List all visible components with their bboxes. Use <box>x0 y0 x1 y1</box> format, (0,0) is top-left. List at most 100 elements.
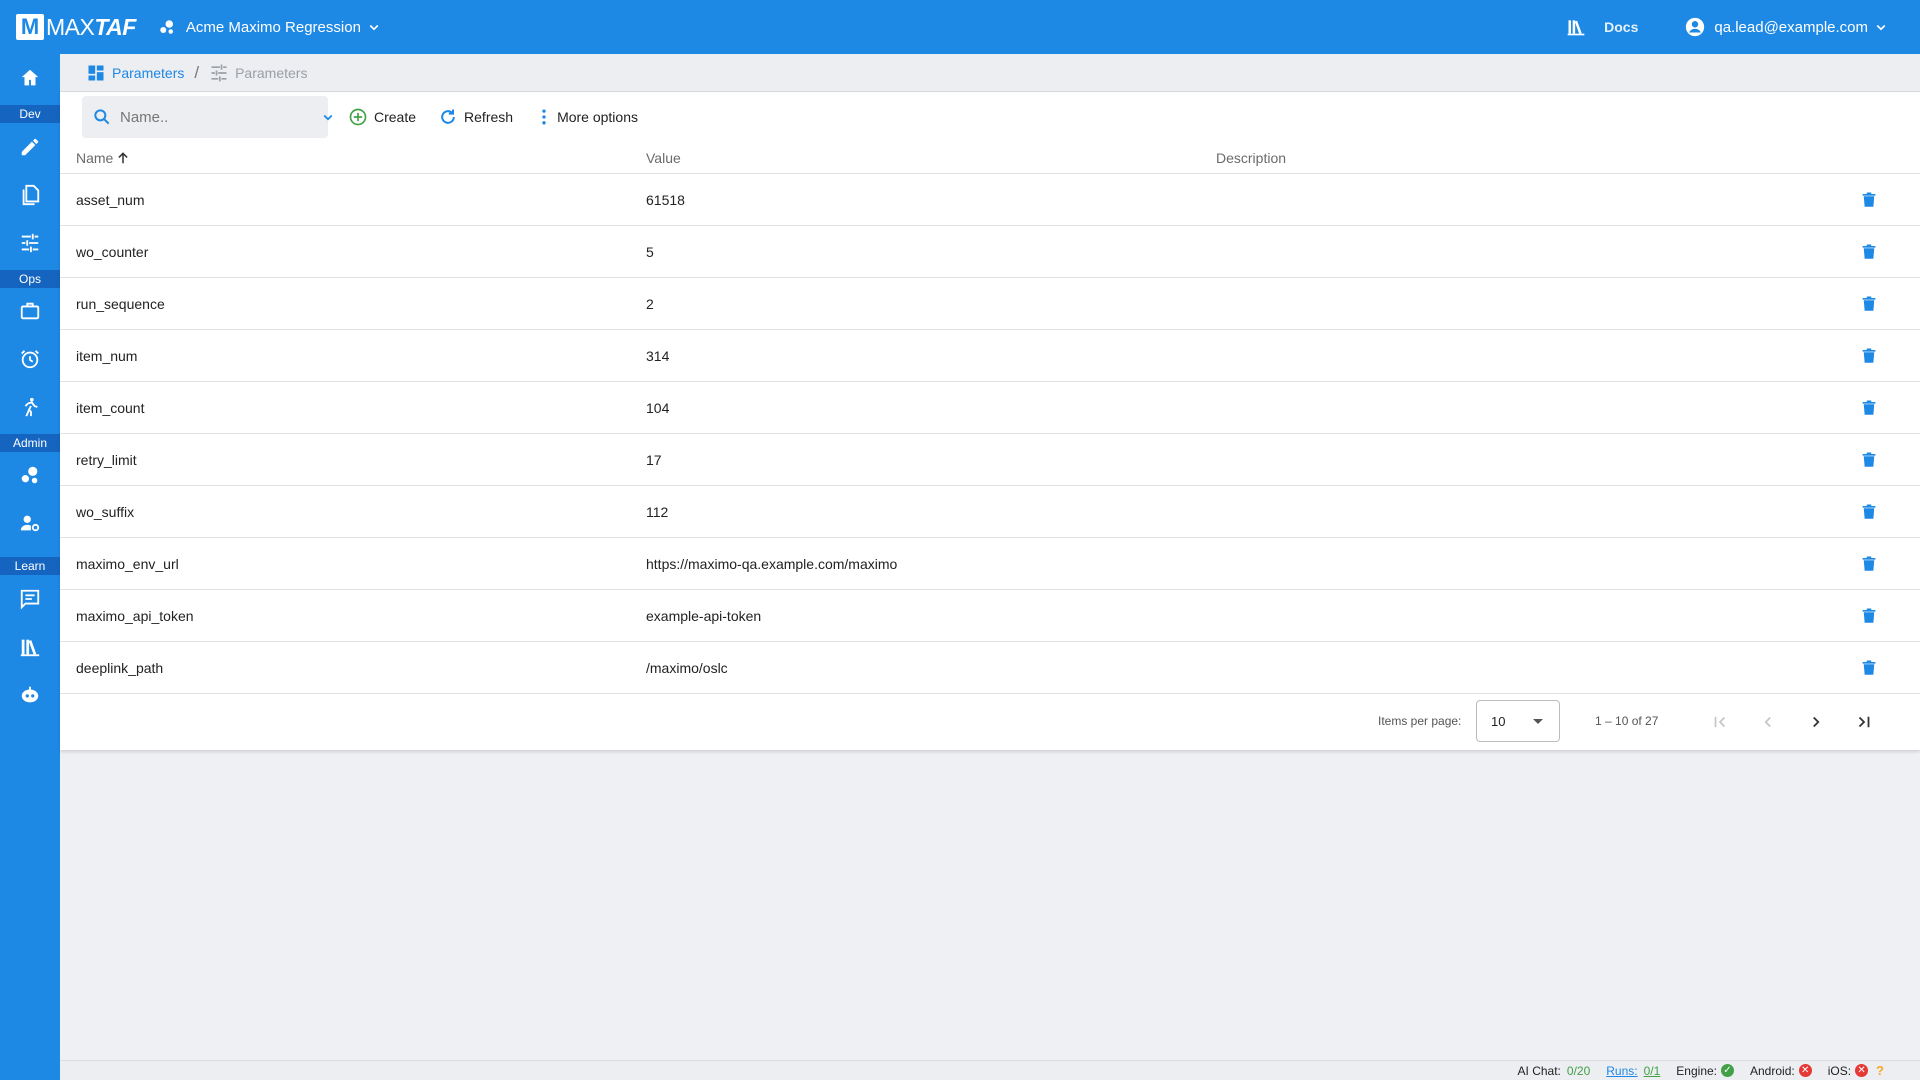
table-header: Name Value Description <box>60 142 1920 174</box>
sidebar-item-cases[interactable] <box>0 173 60 217</box>
user-cog-icon <box>19 512 41 534</box>
sidebar-item-feedback[interactable] <box>0 577 60 621</box>
android-label: Android: <box>1750 1063 1795 1078</box>
cell-value: 2 <box>646 296 654 312</box>
status-engine: Engine: ✓ <box>1676 1064 1734 1078</box>
sidebar-item-jobs[interactable] <box>0 289 60 333</box>
alarm-icon <box>19 348 41 370</box>
sidebar-section-admin: Admin <box>0 434 60 452</box>
status-ios: iOS: ✕ ? <box>1828 1063 1884 1078</box>
table-row[interactable]: item_count 104 <box>60 382 1920 434</box>
column-header-value[interactable]: Value <box>646 150 681 166</box>
logo-mark: M <box>16 14 44 40</box>
runs-link[interactable]: Runs: <box>1606 1064 1637 1078</box>
table-row[interactable]: wo_counter 5 <box>60 226 1920 278</box>
refresh-button[interactable]: Refresh <box>438 107 513 127</box>
sidebar-item-home[interactable] <box>0 56 60 100</box>
cell-name: run_sequence <box>76 296 165 312</box>
table-row[interactable]: wo_suffix 112 <box>60 486 1920 538</box>
last-page-button[interactable] <box>1852 710 1876 734</box>
add-circle-icon <box>348 107 374 127</box>
sidebar-nav: Dev Ops Admin Learn <box>0 54 60 1080</box>
cell-name: maximo_env_url <box>76 556 179 572</box>
status-ai-chat: AI Chat: 0/20 <box>1518 1064 1591 1078</box>
dashboard-icon <box>86 63 112 83</box>
breadcrumb-parent-label: Parameters <box>112 64 185 81</box>
user-menu[interactable]: qa.lead@example.com <box>1684 16 1890 38</box>
tune-icon <box>19 232 41 254</box>
previous-page-button[interactable] <box>1756 710 1780 734</box>
sidebar-item-runs[interactable] <box>0 385 60 429</box>
copy-icon <box>19 184 41 206</box>
sidebar-item-ai[interactable] <box>0 673 60 717</box>
table-row[interactable]: deeplink_path/maximo/oslc <box>60 642 1920 694</box>
search-input[interactable] <box>120 108 319 126</box>
delete-button[interactable] <box>1860 382 1878 434</box>
home-icon <box>19 67 41 89</box>
sidebar-item-parameters[interactable] <box>0 221 60 265</box>
parameters-card: Create Refresh More options Name Value D… <box>60 92 1920 750</box>
breadcrumb-parent[interactable]: Parameters <box>86 63 184 83</box>
cell-name: deeplink_path <box>76 660 164 676</box>
create-button[interactable]: Create <box>348 107 416 127</box>
last-page-icon <box>1855 713 1873 731</box>
delete-button[interactable] <box>1860 434 1878 486</box>
error-circle-icon: ✕ <box>1798 1064 1812 1077</box>
cell-name: item_num <box>76 348 138 364</box>
next-page-button[interactable] <box>1804 710 1828 734</box>
trash-icon <box>1860 606 1878 626</box>
delete-button[interactable] <box>1860 330 1878 382</box>
paginator: Items per page: 10 1 – 10 of 27 <box>60 694 1920 750</box>
delete-button[interactable] <box>1860 278 1878 330</box>
breadcrumb: Parameters / Parameters <box>60 54 1920 92</box>
sidebar-section-dev: Dev <box>0 105 60 123</box>
delete-button[interactable] <box>1860 226 1878 278</box>
table-row[interactable]: item_num 314 <box>60 330 1920 382</box>
column-header-name-label: Name <box>76 150 114 166</box>
sidebar-item-edit[interactable] <box>0 125 60 169</box>
delete-button[interactable] <box>1860 642 1878 694</box>
page-size-select[interactable]: 10 <box>1476 700 1560 742</box>
cell-value: 5 <box>646 244 654 260</box>
table-row[interactable]: retry_limit 17 <box>60 434 1920 486</box>
runs-value-link[interactable]: 0/1 <box>1644 1064 1661 1078</box>
pencil-icon <box>19 136 41 158</box>
app-logo[interactable]: M MAX TAF <box>16 14 136 41</box>
sidebar-item-users[interactable] <box>0 501 60 545</box>
table-row[interactable]: run_sequence 2 <box>60 278 1920 330</box>
table-row[interactable]: maximo_api_token example-api-token <box>60 590 1920 642</box>
sidebar-item-projects[interactable] <box>0 453 60 497</box>
cell-value: 314 <box>646 348 670 364</box>
delete-button[interactable] <box>1860 590 1878 642</box>
chevron-down-icon[interactable] <box>319 108 337 126</box>
trash-icon <box>1860 242 1878 262</box>
column-header-description[interactable]: Description <box>1216 150 1286 166</box>
column-header-name[interactable]: Name <box>76 150 130 166</box>
page-range-label: 1 – 10 of 27 <box>1595 714 1659 728</box>
table-row[interactable]: maximo_env_url https://maximo-qa.example.… <box>60 538 1920 590</box>
cell-name: asset_num <box>76 192 145 208</box>
logo-text-thin: MAX <box>46 13 95 40</box>
delete-button[interactable] <box>1860 538 1878 590</box>
first-page-button[interactable] <box>1708 710 1732 734</box>
trash-icon <box>1860 190 1878 210</box>
search-box[interactable] <box>82 96 333 138</box>
refresh-label: Refresh <box>464 109 514 125</box>
more-vert-icon <box>537 107 557 127</box>
status-android: Android: ✕ <box>1750 1064 1812 1078</box>
sidebar-item-docs[interactable] <box>0 625 60 669</box>
delete-button[interactable] <box>1860 486 1878 538</box>
more-options-button[interactable]: More options <box>537 107 638 127</box>
parameters-table: Name Value Description asset_num 61518 wo_… <box>60 142 1920 694</box>
project-selector[interactable]: Acme Maximo Regression <box>158 18 383 36</box>
help-icon[interactable]: ? <box>1876 1063 1884 1078</box>
breadcrumb-separator: / <box>194 62 200 82</box>
cell-name: wo_suffix <box>76 504 135 520</box>
table-row[interactable]: asset_num 61518 <box>60 174 1920 226</box>
chat-icon <box>19 588 41 610</box>
sidebar-item-schedules[interactable] <box>0 337 60 381</box>
delete-button[interactable] <box>1860 174 1878 226</box>
chevron-left-icon <box>1759 713 1777 731</box>
briefcase-icon <box>19 300 41 322</box>
docs-link[interactable]: Docs <box>1566 17 1638 37</box>
